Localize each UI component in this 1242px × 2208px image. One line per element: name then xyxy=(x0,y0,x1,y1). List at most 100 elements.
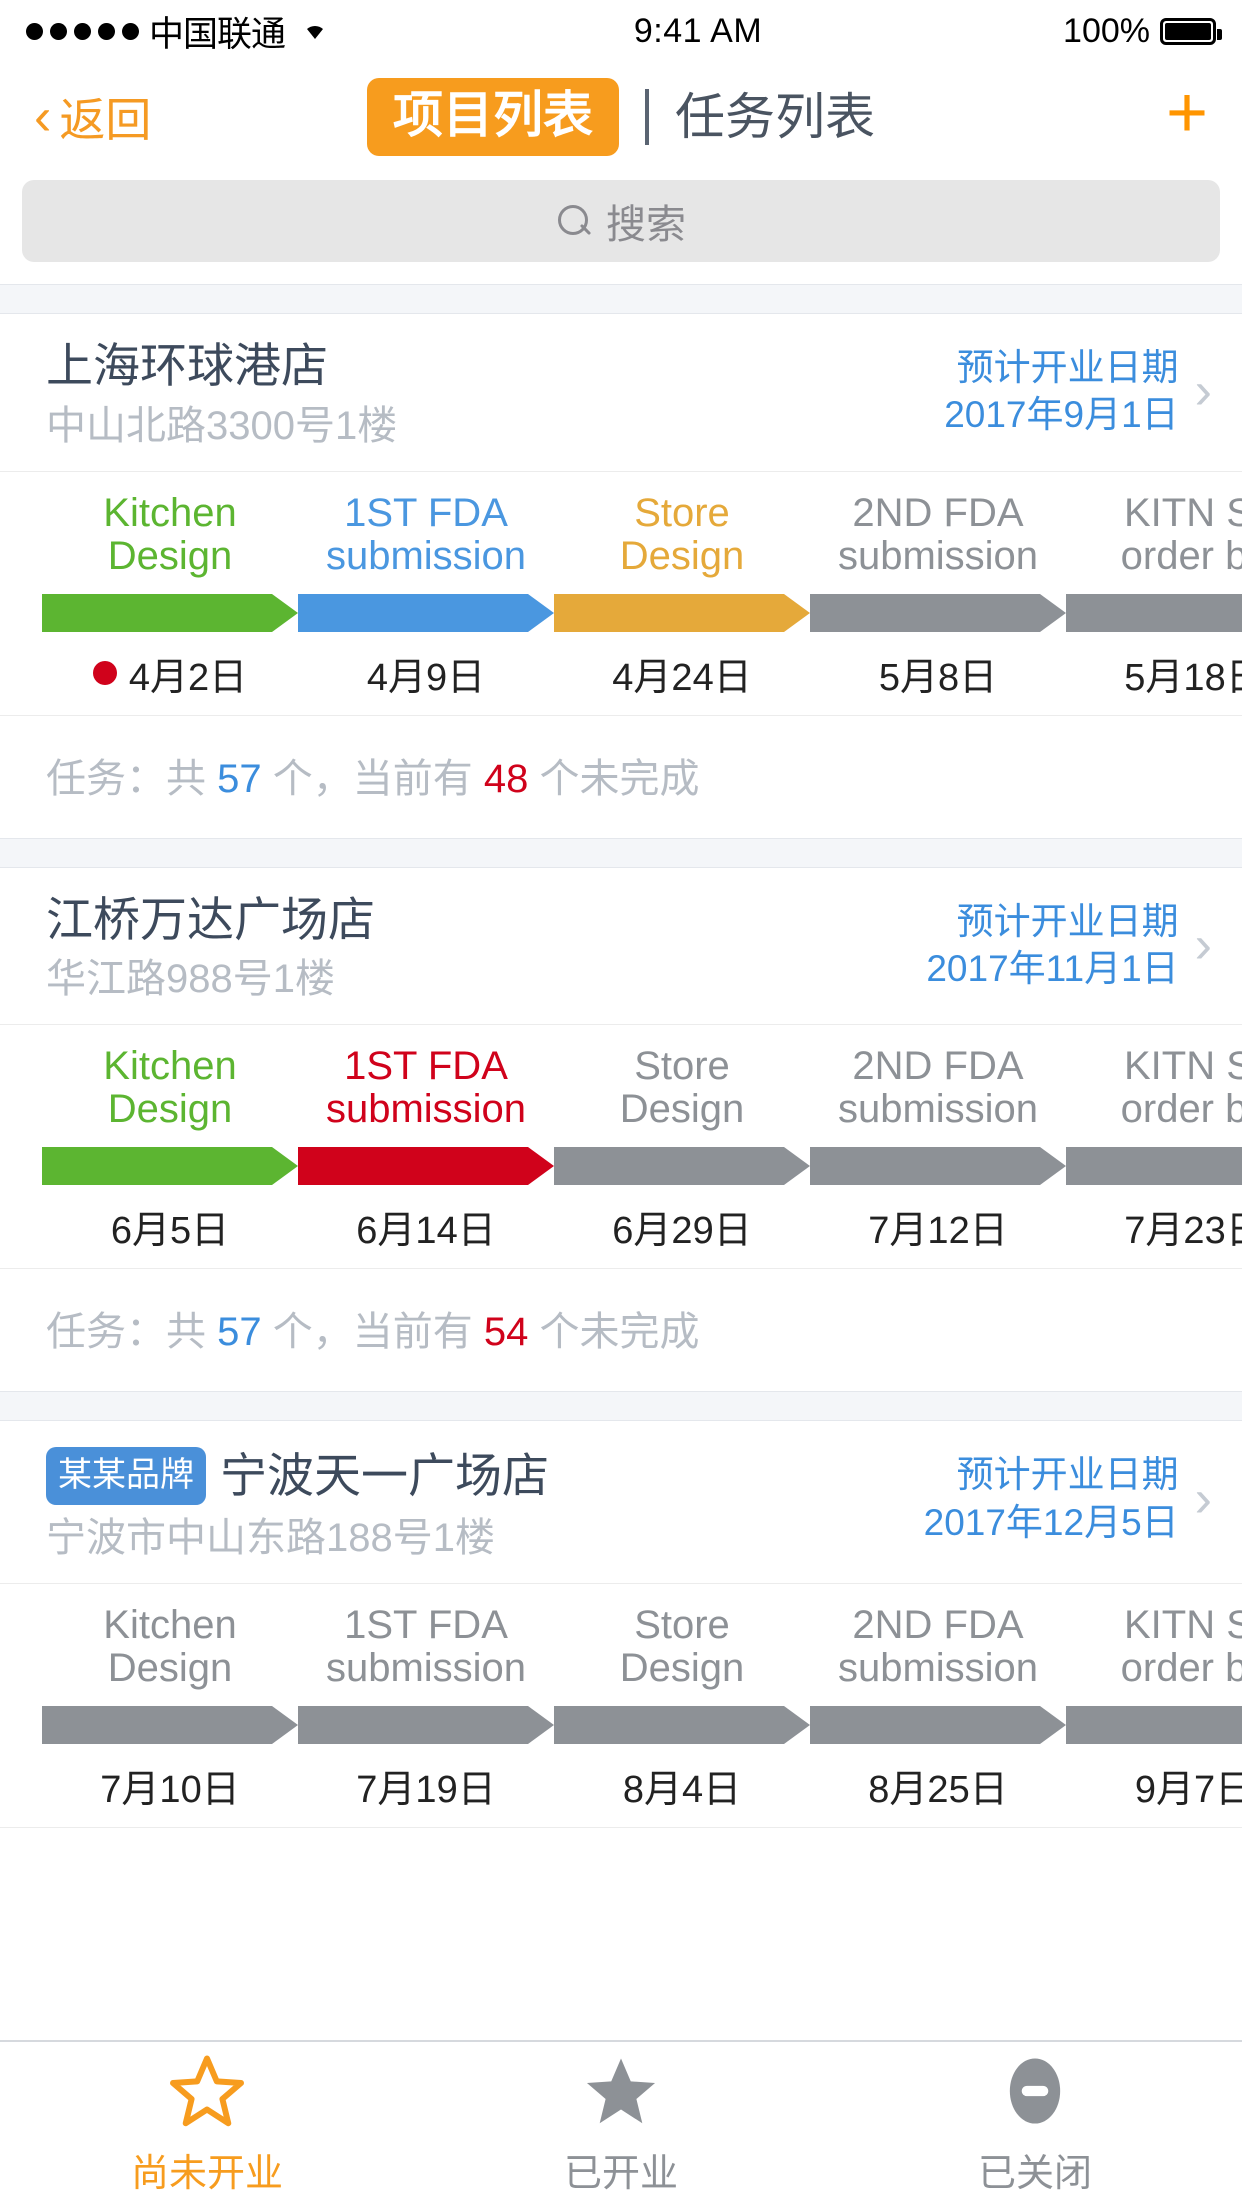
timeline-stage-bar xyxy=(42,1706,298,1745)
project-title-row: 上海环球港店 xyxy=(46,339,944,393)
timeline-stage-date-cell: 7月12日 xyxy=(810,1185,1066,1254)
stage-label-line2: submission xyxy=(837,533,1039,578)
project-address: 宁波市中山东路188号1楼 xyxy=(46,1516,495,1561)
project-card-header[interactable]: 上海环球港店 中山北路3300号1楼 预计开业日期 2017年9月1日 › xyxy=(0,314,1242,472)
timeline-stage-date-cell: 6月5日 xyxy=(42,1185,298,1254)
stage-date: 9月7日 xyxy=(1134,1769,1242,1812)
tab-project-list[interactable]: 项目列表 xyxy=(367,78,619,156)
open-date-value: 2017年12月5日 xyxy=(923,1501,1179,1543)
task-incomplete-count: 48 xyxy=(483,756,529,801)
task-total-count: 57 xyxy=(217,756,262,801)
search-input[interactable]: 搜索 xyxy=(22,180,1220,262)
chevron-right-icon: › xyxy=(1194,1469,1212,1528)
timeline-stage-date-cell: 4月2日 xyxy=(42,632,298,701)
timeline-labels-row: Kitchen Design 1ST FDA submission Store Desig… xyxy=(0,1045,1242,1139)
signal-strength-icon xyxy=(26,22,139,40)
stage-label-line1: 2ND FDA xyxy=(852,1603,1024,1648)
stage-date: 8月4日 xyxy=(622,1769,742,1812)
project-name: 宁波天一广场店 xyxy=(220,1448,549,1502)
tab-not-opened[interactable]: 尚未开业 xyxy=(0,2042,414,2208)
timeline-labels-row: Kitchen Design 1ST FDA submission Store Desig… xyxy=(0,1604,1242,1698)
task-summary-prefix: 任务：共 xyxy=(46,1310,218,1355)
stage-date: 4月24日 xyxy=(612,656,752,699)
timeline-stage-bar xyxy=(554,1147,810,1186)
timeline-bars-row xyxy=(0,586,1242,632)
stage-label-line1: Kitchen xyxy=(103,1603,237,1648)
stage-label-line1: KITN St xyxy=(1123,490,1242,535)
task-incomplete-count: 54 xyxy=(483,1310,529,1355)
timeline-stage-date-cell: 5月18日 xyxy=(1066,632,1242,701)
project-card-header[interactable]: 某某品牌 宁波天一广场店 宁波市中山东路188号1楼 预计开业日期 2017年12月5日… xyxy=(0,1421,1242,1585)
timeline-labels-row: Kitchen Design 1ST FDA submission Store Desig… xyxy=(0,490,1242,586)
project-timeline[interactable]: Kitchen Design 1ST FDA submission Store Desig… xyxy=(0,1025,1242,1270)
open-date-info: 预计开业日期 2017年9月1日 xyxy=(944,344,1178,439)
stage-label-line1: KITN St xyxy=(1123,1044,1242,1089)
project-card-header[interactable]: 江桥万达广场店 华江路988号1楼 预计开业日期 2017年11月1日 › xyxy=(0,868,1242,1026)
timeline-stage-bar xyxy=(810,593,1066,632)
open-date-info: 预计开业日期 2017年11月1日 xyxy=(926,898,1178,993)
task-total-count: 57 xyxy=(217,1310,262,1355)
bottom-tab-bar: 尚未开业 已开业 已关闭 xyxy=(0,2040,1242,2208)
timeline-stage-date-cell: 4月9日 xyxy=(298,632,554,701)
project-open-date-group[interactable]: 预计开业日期 2017年9月1日 › xyxy=(944,340,1212,439)
project-open-date-group[interactable]: 预计开业日期 2017年12月5日 › xyxy=(924,1447,1212,1546)
stage-label-line2: Design xyxy=(107,1087,233,1132)
status-bar: 中国联通 9:41 AM 100% xyxy=(0,0,1242,62)
project-card[interactable]: 江桥万达广场店 华江路988号1楼 预计开业日期 2017年11月1日 › Kitchen… xyxy=(0,867,1242,1392)
timeline-stage-label: KITN Storder by xyxy=(1066,1045,1242,1139)
timeline-bars-row xyxy=(0,1139,1242,1186)
tab-divider xyxy=(645,89,649,145)
search-container: 搜索 xyxy=(0,172,1242,284)
add-button[interactable]: + xyxy=(1166,77,1208,149)
stage-label-line2: Design xyxy=(107,1646,233,1691)
project-card[interactable]: 某某品牌 宁波天一广场店 宁波市中山东路188号1楼 预计开业日期 2017年12月5日… xyxy=(0,1421,1242,1829)
timeline-stage-bar xyxy=(42,1147,298,1186)
stage-label-line2: order by xyxy=(1120,533,1242,578)
project-timeline[interactable]: Kitchen Design 1ST FDA submission Store Desig… xyxy=(0,472,1242,716)
task-summary: 任务：共 57 个，当前有 54 个未完成 xyxy=(0,1269,1242,1391)
stage-label-line2: Design xyxy=(619,1087,745,1132)
back-button[interactable]: ‹ 返回 xyxy=(34,84,151,150)
stage-label-line1: 2ND FDA xyxy=(852,1044,1024,1089)
project-card[interactable]: 上海环球港店 中山北路3300号1楼 预计开业日期 2017年9月1日 › Kitchen… xyxy=(0,314,1242,838)
stage-label-line2: submission xyxy=(325,533,527,578)
segmented-tabs: 项目列表 任务列表 xyxy=(0,78,1242,156)
stage-date: 4月2日 xyxy=(128,656,248,699)
battery-percent: 100% xyxy=(1063,11,1150,50)
status-bar-clock: 9:41 AM xyxy=(633,11,763,50)
stage-label-line2: submission xyxy=(325,1646,527,1691)
list-section-gap xyxy=(0,1391,1242,1422)
open-date-value: 2017年11月1日 xyxy=(926,947,1179,989)
tab-opened[interactable]: 已开业 xyxy=(414,2042,828,2208)
stage-label-line1: Store xyxy=(634,490,730,535)
project-list[interactable]: 上海环球港店 中山北路3300号1楼 预计开业日期 2017年9月1日 › Kitchen… xyxy=(0,284,1242,2040)
search-icon xyxy=(556,204,590,238)
app-screen: 中国联通 9:41 AM 100% ‹ 返回 项目列表 任务列表 + 搜索 上海… xyxy=(0,0,1242,2208)
timeline-stage-bar xyxy=(810,1147,1066,1186)
stage-label-line2: Design xyxy=(619,1646,745,1691)
current-stage-marker-icon xyxy=(92,661,117,686)
project-timeline[interactable]: Kitchen Design 1ST FDA submission Store Desig… xyxy=(0,1584,1242,1829)
tab-task-list[interactable]: 任务列表 xyxy=(675,92,875,142)
project-open-date-group[interactable]: 预计开业日期 2017年11月1日 › xyxy=(926,894,1212,993)
tab-label: 已开业 xyxy=(563,2152,678,2195)
minus-circle-icon xyxy=(996,2054,1074,2128)
tab-closed[interactable]: 已关闭 xyxy=(828,2042,1242,2208)
stage-date: 8月25日 xyxy=(868,1769,1008,1812)
stage-date: 6月29日 xyxy=(612,1210,752,1253)
timeline-stage-date-cell: 4月24日 xyxy=(554,632,810,701)
search-placeholder: 搜索 xyxy=(606,203,686,247)
timeline-stage-label: 2ND FDA submission xyxy=(810,1045,1066,1139)
open-date-value: 2017年9月1日 xyxy=(944,394,1179,436)
star-outline-icon xyxy=(168,2054,246,2128)
carrier-name: 中国联通 xyxy=(149,14,286,54)
timeline-stage-label: Store Design xyxy=(554,1604,810,1698)
stage-label-line2: Design xyxy=(107,533,233,578)
star-filled-icon xyxy=(582,2054,660,2128)
project-title-row: 江桥万达广场店 xyxy=(46,893,926,947)
timeline-dates-row: 7月10日 7月19日 8月4日 8月25日 9月7日 xyxy=(0,1744,1242,1813)
stage-label-line2: submission xyxy=(325,1087,527,1132)
timeline-stage-bar xyxy=(298,1706,554,1745)
timeline-stage-label: Kitchen Design xyxy=(42,1604,298,1698)
stage-label-line1: KITN St xyxy=(1123,1603,1242,1648)
